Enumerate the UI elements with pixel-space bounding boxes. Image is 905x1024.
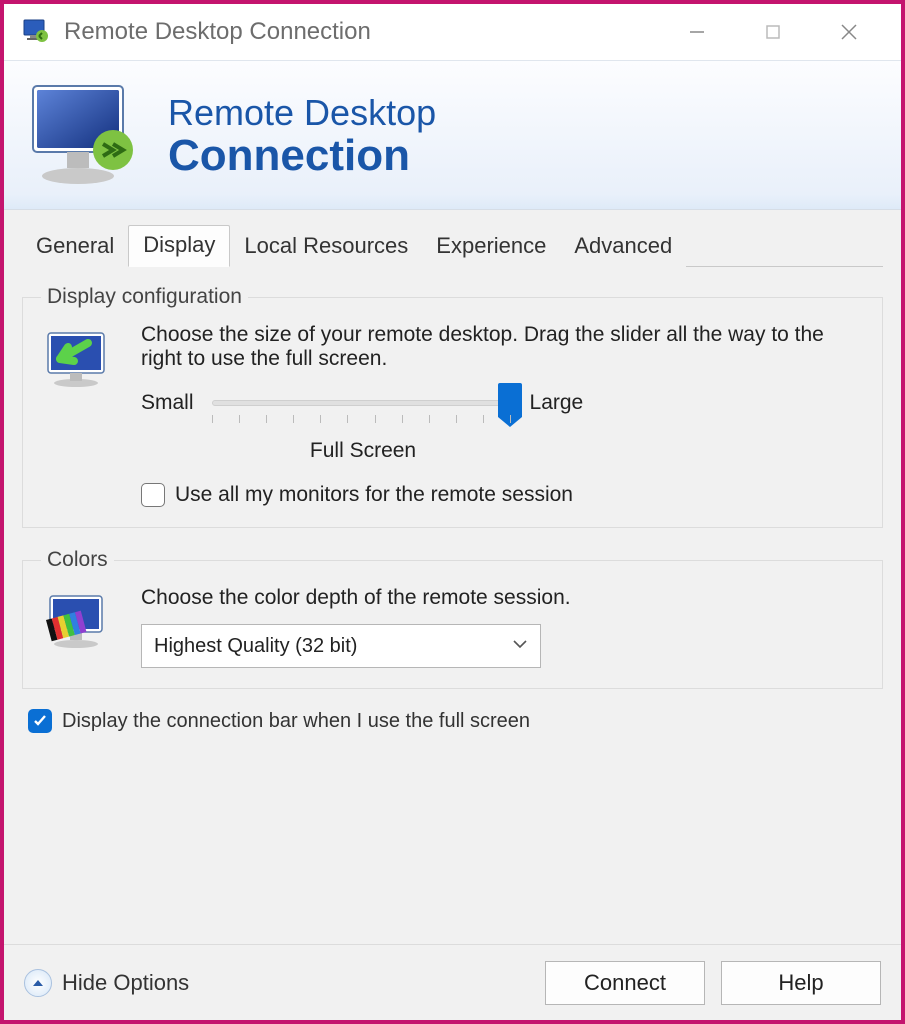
banner-line2: Connection bbox=[168, 134, 436, 178]
maximize-button[interactable] bbox=[753, 12, 793, 52]
display-config-group: Display configuration Choose the size of… bbox=[22, 285, 883, 528]
footer: Hide Options Connect Help bbox=[4, 944, 901, 1020]
tab-display[interactable]: Display bbox=[128, 225, 230, 267]
colors-description: Choose the color depth of the remote ses… bbox=[141, 586, 864, 610]
colors-legend: Colors bbox=[41, 548, 114, 572]
resolution-slider[interactable] bbox=[212, 385, 512, 421]
app-icon bbox=[20, 16, 52, 48]
slider-small-label: Small bbox=[141, 391, 194, 415]
colors-group: Colors bbox=[22, 548, 883, 689]
tab-experience[interactable]: Experience bbox=[422, 227, 560, 267]
color-depth-dropdown[interactable]: Highest Quality (32 bit) bbox=[141, 624, 541, 668]
titlebar: Remote Desktop Connection bbox=[4, 4, 901, 60]
dialog-body: General Display Local Resources Experien… bbox=[4, 210, 901, 944]
connection-bar-label: Display the connection bar when I use th… bbox=[62, 710, 530, 733]
tab-strip: General Display Local Resources Experien… bbox=[22, 224, 883, 267]
display-config-legend: Display configuration bbox=[41, 285, 248, 309]
use-all-monitors-label: Use all my monitors for the remote sessi… bbox=[175, 483, 573, 507]
banner-monitor-icon bbox=[24, 75, 144, 195]
minimize-button[interactable] bbox=[677, 12, 717, 52]
slider-current-value: Full Screen bbox=[213, 439, 513, 463]
help-button[interactable]: Help bbox=[721, 961, 881, 1005]
color-depth-selected: Highest Quality (32 bit) bbox=[154, 635, 357, 658]
colors-icon bbox=[41, 586, 117, 668]
banner-title: Remote Desktop Connection bbox=[168, 92, 436, 178]
connection-bar-checkbox[interactable] bbox=[28, 709, 52, 733]
chevron-down-icon bbox=[512, 635, 528, 658]
display-config-description: Choose the size of your remote desktop. … bbox=[141, 323, 864, 371]
tab-general[interactable]: General bbox=[22, 227, 128, 267]
slider-thumb[interactable] bbox=[498, 383, 522, 417]
hide-options-toggle[interactable] bbox=[24, 969, 52, 997]
window-title: Remote Desktop Connection bbox=[52, 18, 677, 46]
hide-options-label[interactable]: Hide Options bbox=[62, 970, 189, 996]
display-size-icon bbox=[41, 323, 117, 507]
connect-button[interactable]: Connect bbox=[545, 961, 705, 1005]
close-button[interactable] bbox=[829, 12, 869, 52]
use-all-monitors-checkbox[interactable] bbox=[141, 483, 165, 507]
slider-large-label: Large bbox=[530, 391, 584, 415]
tab-advanced[interactable]: Advanced bbox=[560, 227, 686, 267]
banner: Remote Desktop Connection bbox=[4, 60, 901, 210]
banner-line1: Remote Desktop bbox=[168, 92, 436, 134]
tab-local-resources[interactable]: Local Resources bbox=[230, 227, 422, 267]
